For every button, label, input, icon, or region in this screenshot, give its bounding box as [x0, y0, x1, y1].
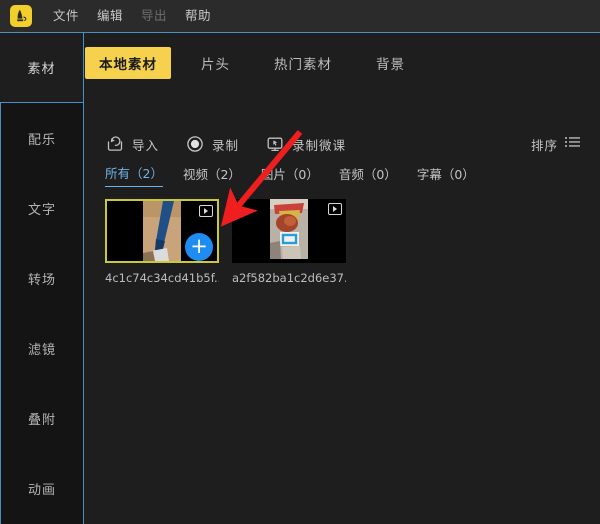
media-filename: a2f582ba1c2d6e37... [232, 271, 346, 285]
filter-subtitle[interactable]: 字幕（0） [417, 164, 475, 187]
record-microlesson-label: 录制微课 [292, 137, 347, 153]
app-logo-icon[interactable] [10, 5, 32, 27]
thumbnail-image [143, 201, 181, 261]
record-label: 录制 [212, 137, 240, 153]
video-badge-icon [199, 205, 213, 217]
media-filter-bar: 所有（2） 视频（2） 图片（0） 音频（0） 字幕（0） [105, 163, 495, 187]
filter-image[interactable]: 图片（0） [261, 164, 319, 187]
tab-hot-material[interactable]: 热门素材 [260, 47, 346, 79]
filter-all[interactable]: 所有（2） [105, 163, 163, 187]
sidebar-item-overlay[interactable]: 叠附 [0, 383, 84, 453]
sidebar-item-music[interactable]: 配乐 [0, 103, 84, 173]
filter-video[interactable]: 视频（2） [183, 164, 241, 187]
sidebar-item-label: 动画 [27, 482, 56, 498]
record-button[interactable]: 录制 [185, 134, 239, 154]
main-panel: 本地素材 片头 热门素材 背景 导入 录制 录制微课 排序 所有（2） 视频（2… [85, 33, 600, 524]
sidebar-item-label: 转场 [27, 272, 56, 288]
sidebar: 素材 配乐 文字 转场 滤镜 叠附 动画 [0, 33, 84, 524]
sidebar-item-label: 配乐 [27, 132, 56, 148]
menu-item-help[interactable]: 帮助 [176, 0, 220, 32]
tab-spacer [244, 47, 260, 79]
filter-audio[interactable]: 音频（0） [339, 164, 397, 187]
media-filename: 4c1c74c34cd41b5f... [105, 271, 219, 285]
title-bar: 文件 编辑 导出 帮助 [0, 0, 600, 32]
media-grid: + 4c1c74c34cd41b5f... a2f582ba1c2d6e37..… [105, 199, 359, 285]
sidebar-item-label: 文字 [27, 202, 56, 218]
tab-bar: 本地素材 片头 热门素材 背景 [85, 47, 419, 79]
media-item[interactable]: a2f582ba1c2d6e37... [232, 199, 346, 285]
sidebar-item-label: 素材 [27, 62, 56, 77]
sidebar-item-filter[interactable]: 滤镜 [0, 313, 84, 383]
sort-list-icon [564, 134, 582, 154]
menu-item-edit[interactable]: 编辑 [88, 0, 132, 32]
tab-local-material[interactable]: 本地素材 [85, 47, 171, 79]
record-microlesson-button[interactable]: 录制微课 [265, 134, 346, 154]
record-icon [185, 134, 205, 154]
sort-label: 排序 [530, 137, 558, 153]
tab-spacer [346, 47, 362, 79]
thumbnail-image [270, 199, 308, 263]
menu-item-file[interactable]: 文件 [44, 0, 88, 32]
tab-spacer [171, 47, 187, 79]
media-item[interactable]: + 4c1c74c34cd41b5f... [105, 199, 219, 285]
sidebar-item-text[interactable]: 文字 [0, 173, 84, 243]
sidebar-item-label: 滤镜 [27, 342, 56, 358]
sidebar-item-transition[interactable]: 转场 [0, 243, 84, 313]
add-button-label: + [190, 233, 208, 258]
import-icon [105, 134, 125, 154]
sidebar-item-animation[interactable]: 动画 [0, 453, 84, 523]
menu-item-export: 导出 [141, 8, 168, 23]
screen-record-icon [265, 134, 285, 154]
import-label: 导入 [132, 137, 160, 153]
sidebar-item-material[interactable]: 素材 [0, 33, 84, 103]
media-thumbnail[interactable] [232, 199, 346, 263]
add-to-timeline-button[interactable]: + [185, 233, 213, 261]
tab-opening[interactable]: 片头 [187, 47, 244, 79]
video-badge-icon [328, 203, 342, 215]
import-button[interactable]: 导入 [105, 134, 159, 154]
sort-button[interactable]: 排序 [531, 131, 582, 157]
app-window: 文件 编辑 导出 帮助 素材 配乐 文字 转场 滤镜 叠附 动画 本地素材 片头… [0, 0, 600, 524]
sidebar-item-label: 叠附 [27, 412, 56, 428]
tab-background[interactable]: 背景 [362, 47, 419, 79]
action-toolbar: 导入 录制 录制微课 [105, 131, 372, 157]
media-thumbnail[interactable]: + [105, 199, 219, 263]
